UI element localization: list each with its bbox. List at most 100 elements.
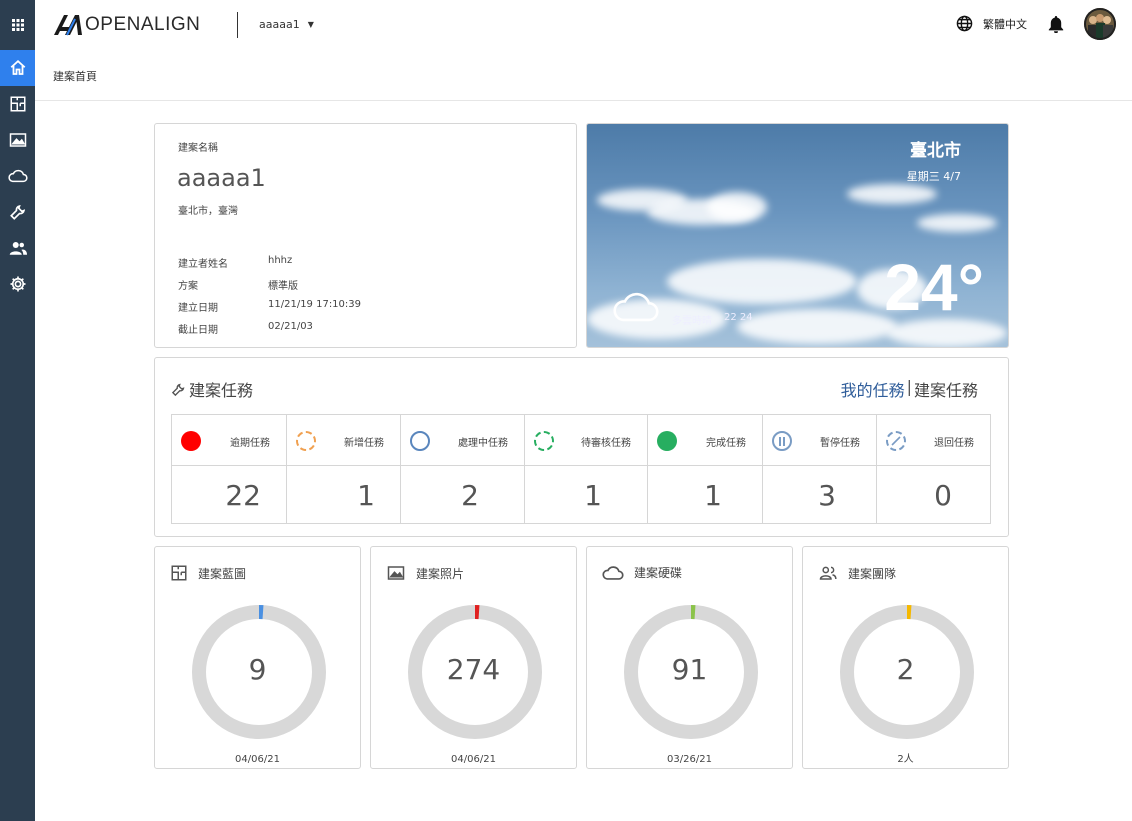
stat-value: 91 (671, 653, 708, 686)
task-paused[interactable]: 暫停任務 3 (763, 415, 877, 523)
sidebar-item-home[interactable] (0, 50, 35, 86)
home-icon (10, 60, 25, 75)
status-ring-blue-icon (410, 431, 430, 451)
topbar: OPENALIGN aaaaa1 ▼ 繁體中文 (35, 0, 1132, 50)
task-count: 3 (818, 479, 836, 512)
slash-icon (891, 436, 901, 446)
task-head: 逾期任務 (172, 415, 286, 466)
weather-card: 臺北市 星期三 4/7 24° 多雲時晴 22 24 (586, 123, 1009, 348)
detail-row: 截止日期 02/21/03 (178, 321, 361, 343)
task-pending-review[interactable]: 待審核任務 1 (525, 415, 648, 523)
task-head: 暫停任務 (763, 415, 876, 466)
stat-card-blueprints[interactable]: 建案藍圖 9 04/06/21 (154, 546, 361, 769)
task-returned[interactable]: 退回任務 0 (877, 415, 990, 523)
task-count: 22 (225, 479, 261, 512)
project-location: 臺北市，臺灣 (178, 206, 238, 217)
status-solid-red-icon (181, 431, 201, 451)
status-solid-green-icon (657, 431, 677, 451)
task-label: 暫停任務 (820, 438, 860, 449)
task-completed[interactable]: 完成任務 1 (648, 415, 763, 523)
project-select-value: aaaaa1 (259, 18, 300, 31)
project-info-card: 建案名稱 aaaaa1 臺北市，臺灣 建立者姓名 hhhz 方案 標準版 建立日期 1… (154, 123, 577, 348)
cloud-icon (602, 565, 624, 580)
team-icon (819, 566, 837, 580)
task-in-progress[interactable]: 處理中任務 2 (401, 415, 525, 523)
sidebar-item-settings[interactable] (0, 266, 35, 302)
detail-key: 建立日期 (178, 303, 218, 314)
language-select[interactable]: 繁體中文 (956, 15, 1027, 32)
image-icon (387, 566, 405, 580)
language-label: 繁體中文 (983, 17, 1027, 31)
detail-row: 建立者姓名 hhhz (178, 255, 361, 277)
detail-value: 11/21/19 17:10:39 (268, 299, 362, 310)
detail-key: 建立者姓名 (178, 259, 228, 270)
project-tasks-link[interactable]: 建案任務 (914, 377, 978, 401)
detail-value: 02/21/03 (268, 321, 313, 332)
detail-value: 標準版 (268, 281, 298, 292)
task-label: 完成任務 (706, 438, 746, 449)
user-avatar[interactable] (1084, 8, 1116, 40)
task-label: 待審核任務 (581, 438, 631, 449)
task-count: 2 (461, 479, 479, 512)
task-head: 待審核任務 (525, 415, 647, 466)
stat-footer: 04/06/21 (235, 754, 280, 765)
sidebar-item-blueprint[interactable] (0, 86, 35, 122)
task-status-grid: 逾期任務 22 新增任務 1 處理中任務 2 待審核任務 1 完成任務 1 暫停… (171, 414, 991, 524)
sky-cloud (847, 184, 937, 204)
project-name: aaaaa1 (177, 164, 266, 192)
my-tasks-link[interactable]: 我的任務 (841, 377, 905, 401)
task-label: 逾期任務 (230, 438, 270, 449)
blueprint-icon (10, 96, 25, 112)
tasks-card: 建案任務 我的任務 | 建案任務 逾期任務 22 新增任務 1 處理中任務 2 (154, 357, 1009, 537)
tasks-link-separator: | (906, 377, 912, 396)
weather-temperature: 24° (884, 250, 984, 324)
task-overdue[interactable]: 逾期任務 22 (172, 415, 287, 523)
logo[interactable]: OPENALIGN (53, 12, 200, 38)
detail-row: 建立日期 11/21/19 17:10:39 (178, 299, 361, 321)
weather-date: 星期三 4/7 (906, 170, 961, 183)
apps-grid-icon (11, 19, 24, 31)
status-dashed-orange-icon (296, 431, 316, 451)
sidebar-item-drive[interactable] (0, 158, 35, 194)
stat-value: 9 (248, 653, 267, 686)
project-select[interactable]: aaaaa1 ▼ (259, 18, 314, 31)
wrench-icon (171, 383, 185, 396)
logo-text: OPENALIGN (85, 14, 201, 35)
stat-footer: 04/06/21 (451, 754, 496, 765)
sidebar-item-photos[interactable] (0, 122, 35, 158)
tasks-title-text: 建案任務 (189, 381, 254, 400)
task-count: 0 (934, 479, 952, 512)
weather-cloud-icon (613, 292, 659, 322)
apps-grid-button[interactable] (0, 0, 35, 50)
project-name-label: 建案名稱 (178, 143, 218, 154)
task-label: 退回任務 (934, 438, 974, 449)
stat-card-photos[interactable]: 建案照片 274 04/06/21 (370, 546, 577, 769)
stat-card-team[interactable]: 建案團隊 2 2人 (802, 546, 1009, 769)
stat-label: 建案團隊 (848, 566, 897, 581)
task-label: 新增任務 (344, 438, 384, 449)
weather-city: 臺北市 (910, 141, 961, 161)
sidebar-item-team[interactable] (0, 230, 35, 266)
weather-summary: 多雲時晴 22 24 (672, 312, 753, 327)
weather-range: 22 24 (724, 312, 753, 323)
stat-label: 建案硬碟 (634, 566, 683, 580)
stat-card-drive[interactable]: 建案硬碟 91 03/26/21 (586, 546, 793, 769)
detail-value: hhhz (268, 255, 293, 266)
breadcrumb: 建案首頁 (35, 50, 1132, 101)
sky-cloud (707, 192, 767, 222)
project-details: 建立者姓名 hhhz 方案 標準版 建立日期 11/21/19 17:10:39 截止… (178, 255, 361, 343)
weather-description: 多雲時晴 (672, 316, 712, 327)
topbar-divider (237, 12, 238, 38)
stat-value: 2 (896, 653, 915, 686)
task-head: 完成任務 (648, 415, 762, 466)
task-count: 1 (584, 479, 602, 512)
notifications-button[interactable] (1048, 15, 1064, 37)
avatar-photo-icon (1084, 8, 1116, 40)
task-new[interactable]: 新增任務 1 (287, 415, 401, 523)
stat-footer: 2人 (897, 754, 914, 765)
image-icon (9, 133, 26, 147)
sky-cloud (737, 309, 897, 344)
sidebar-item-tools[interactable] (0, 194, 35, 230)
stat-label: 建案藍圖 (198, 566, 247, 581)
bell-icon (1048, 16, 1064, 34)
